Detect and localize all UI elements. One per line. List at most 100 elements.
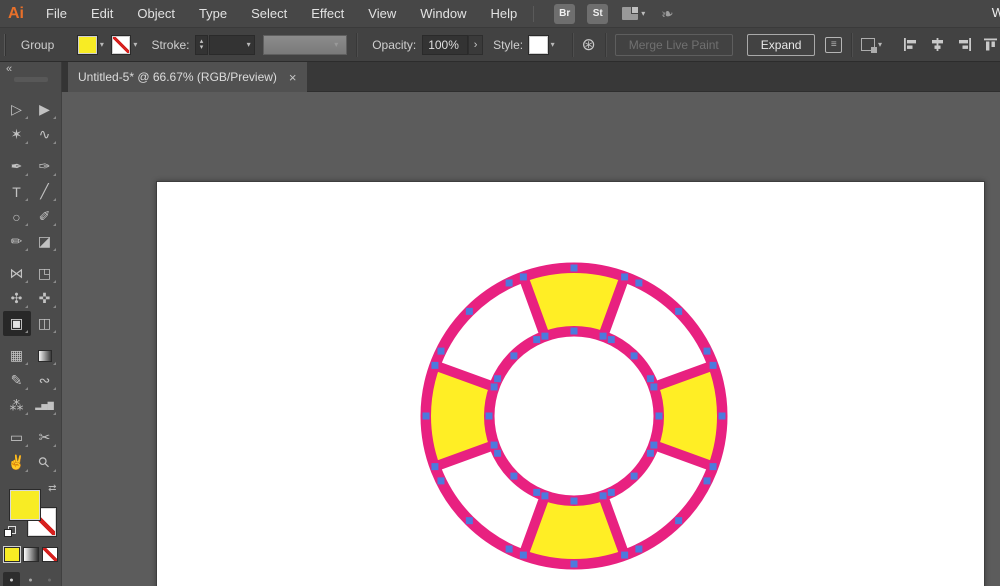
none-button[interactable] (42, 547, 58, 562)
menu-item-select[interactable]: Select (239, 0, 299, 27)
chevron-down-icon[interactable]: ▾ (133, 40, 137, 49)
vertical-align-top-button[interactable] (983, 37, 1000, 52)
workspace-layout-icon (622, 7, 638, 20)
control-bar: Group ▾ ▾ Stroke: ▴▾ ▾ ▾ Opacity: › Styl… (0, 28, 1000, 62)
opacity-options-button[interactable]: › (468, 35, 483, 55)
document-tab[interactable]: Untitled-5* @ 66.67% (RGB/Preview) × (68, 62, 307, 92)
chevron-down-icon[interactable]: ▾ (100, 40, 104, 49)
align-buttons (902, 37, 1000, 52)
isolate-object-icon[interactable] (861, 38, 875, 51)
line-segment-tool[interactable]: ╱ (31, 179, 59, 204)
drawing-modes-row: ● ● ● (3, 572, 58, 586)
slice-icon: ✂ (39, 429, 51, 446)
stock-button[interactable]: St (587, 4, 608, 24)
recolor-artwork-icon[interactable]: ⊛ (582, 35, 596, 55)
menu-item-object[interactable]: Object (125, 0, 187, 27)
menu-item-edit[interactable]: Edit (79, 0, 125, 27)
pen-tool[interactable]: ✒ (3, 154, 31, 179)
panel-drag-grip[interactable] (14, 77, 48, 82)
blend-tool[interactable]: ∾ (31, 368, 59, 393)
lifebuoy-artwork[interactable] (157, 182, 986, 586)
reflect-icon: ⋈ (10, 265, 24, 282)
separator (356, 33, 357, 57)
live-paint-bucket-icon: ▣ (10, 315, 23, 332)
artboard[interactable] (156, 181, 985, 586)
curvature-tool[interactable]: ✑ (31, 154, 59, 179)
swap-fill-stroke-icon[interactable]: ⇄ (48, 483, 56, 494)
width-icon: ✣ (11, 290, 23, 307)
menu-item-window[interactable]: Window (408, 0, 478, 27)
selection-tool[interactable]: ▷ (3, 97, 31, 122)
mesh-tool[interactable]: ▦ (3, 343, 31, 368)
column-graph-tool[interactable]: ▂▅▇ (31, 393, 59, 418)
symbol-sprayer-tool[interactable]: ⁂ (3, 393, 31, 418)
stroke-color-swatch[interactable] (112, 36, 131, 54)
stroke-weight-dropdown[interactable]: ▾ (209, 35, 255, 55)
live-paint-selection-tool[interactable]: ◫ (31, 311, 59, 336)
menu-item-type[interactable]: Type (187, 0, 239, 27)
live-paint-bucket-tool[interactable]: ▣ (3, 311, 31, 336)
artboard-tool[interactable]: ▭ (3, 425, 31, 450)
horizontal-align-center-button[interactable] (929, 37, 946, 52)
workspace-switcher[interactable]: ▾ (622, 7, 645, 20)
close-icon[interactable]: × (289, 70, 297, 85)
options-list-icon[interactable]: ≡ (825, 37, 842, 53)
mesh-icon: ▦ (10, 347, 23, 364)
eraser-tool[interactable]: ◪ (31, 229, 59, 254)
paintbrush-tool[interactable]: ✐ (31, 204, 59, 229)
eyedropper-tool[interactable]: ✎ (3, 368, 31, 393)
blend-icon: ∾ (39, 372, 51, 389)
chevron-down-icon[interactable]: ▾ (551, 40, 555, 49)
shaper-tool[interactable]: ✏ (3, 229, 31, 254)
horizontal-align-right-button[interactable] (956, 37, 973, 52)
direct-selection-tool[interactable]: ▶ (31, 97, 59, 122)
ellipse-icon: ○ (12, 209, 20, 225)
gradient-button[interactable] (23, 547, 39, 562)
shaper-icon: ✏ (11, 233, 23, 250)
panel-grip (4, 34, 5, 56)
opacity-input[interactable] (422, 35, 468, 55)
column-graph-icon: ▂▅▇ (35, 401, 53, 410)
color-button[interactable] (4, 547, 20, 562)
menu-item-view[interactable]: View (356, 0, 408, 27)
pen-icon: ✒ (11, 158, 23, 175)
puppet-warp-tool[interactable]: ✜ (31, 286, 59, 311)
type-tool[interactable]: T (3, 179, 31, 204)
symbol-sprayer-icon: ⁂ (10, 397, 24, 414)
horizontal-align-left-button[interactable] (902, 37, 919, 52)
hand-tool[interactable]: ✌ (3, 450, 31, 475)
gradient-tool[interactable] (31, 343, 59, 368)
sync-settings-icon[interactable]: ❧ (660, 4, 676, 24)
stroke-weight-stepper[interactable]: ▴▾ (195, 35, 207, 55)
width-profile-dropdown[interactable]: ▾ (263, 35, 348, 55)
tab-bar-empty-area (307, 62, 1000, 92)
color-mode-row (4, 547, 58, 562)
zoom-tool[interactable]: ⚲ (31, 450, 59, 475)
fill-color-swatch[interactable] (78, 36, 97, 54)
reflect-tool[interactable]: ⋈ (3, 261, 31, 286)
draw-behind-button[interactable]: ● (22, 572, 39, 586)
width-tool[interactable]: ✣ (3, 286, 31, 311)
live-paint-selection-icon: ◫ (38, 315, 51, 332)
illustrator-logo: Ai (0, 5, 34, 23)
eraser-icon: ◪ (38, 233, 51, 250)
separator (605, 33, 606, 57)
default-fill-stroke-icon[interactable] (4, 525, 18, 537)
draw-normal-button[interactable]: ● (3, 572, 20, 586)
menu-item-effect[interactable]: Effect (299, 0, 356, 27)
slice-tool[interactable]: ✂ (31, 425, 59, 450)
ellipse-tool[interactable]: ○ (3, 204, 31, 229)
canvas-pasteboard[interactable] (62, 92, 1000, 586)
hand-icon: ✌ (8, 454, 25, 471)
free-transform-tool[interactable]: ◳ (31, 261, 59, 286)
lasso-tool[interactable]: ∿ (31, 122, 59, 147)
fill-swatch[interactable] (10, 490, 40, 520)
expand-button[interactable]: Expand (747, 34, 816, 56)
menu-item-help[interactable]: Help (478, 0, 529, 27)
bridge-button[interactable]: Br (554, 4, 575, 24)
chevron-down-icon[interactable]: ▾ (878, 40, 882, 49)
graphic-style-swatch[interactable] (529, 36, 548, 54)
menu-item-file[interactable]: File (34, 0, 79, 27)
magic-wand-tool[interactable]: ✶ (3, 122, 31, 147)
collapse-panel-icon[interactable]: « (6, 63, 12, 75)
